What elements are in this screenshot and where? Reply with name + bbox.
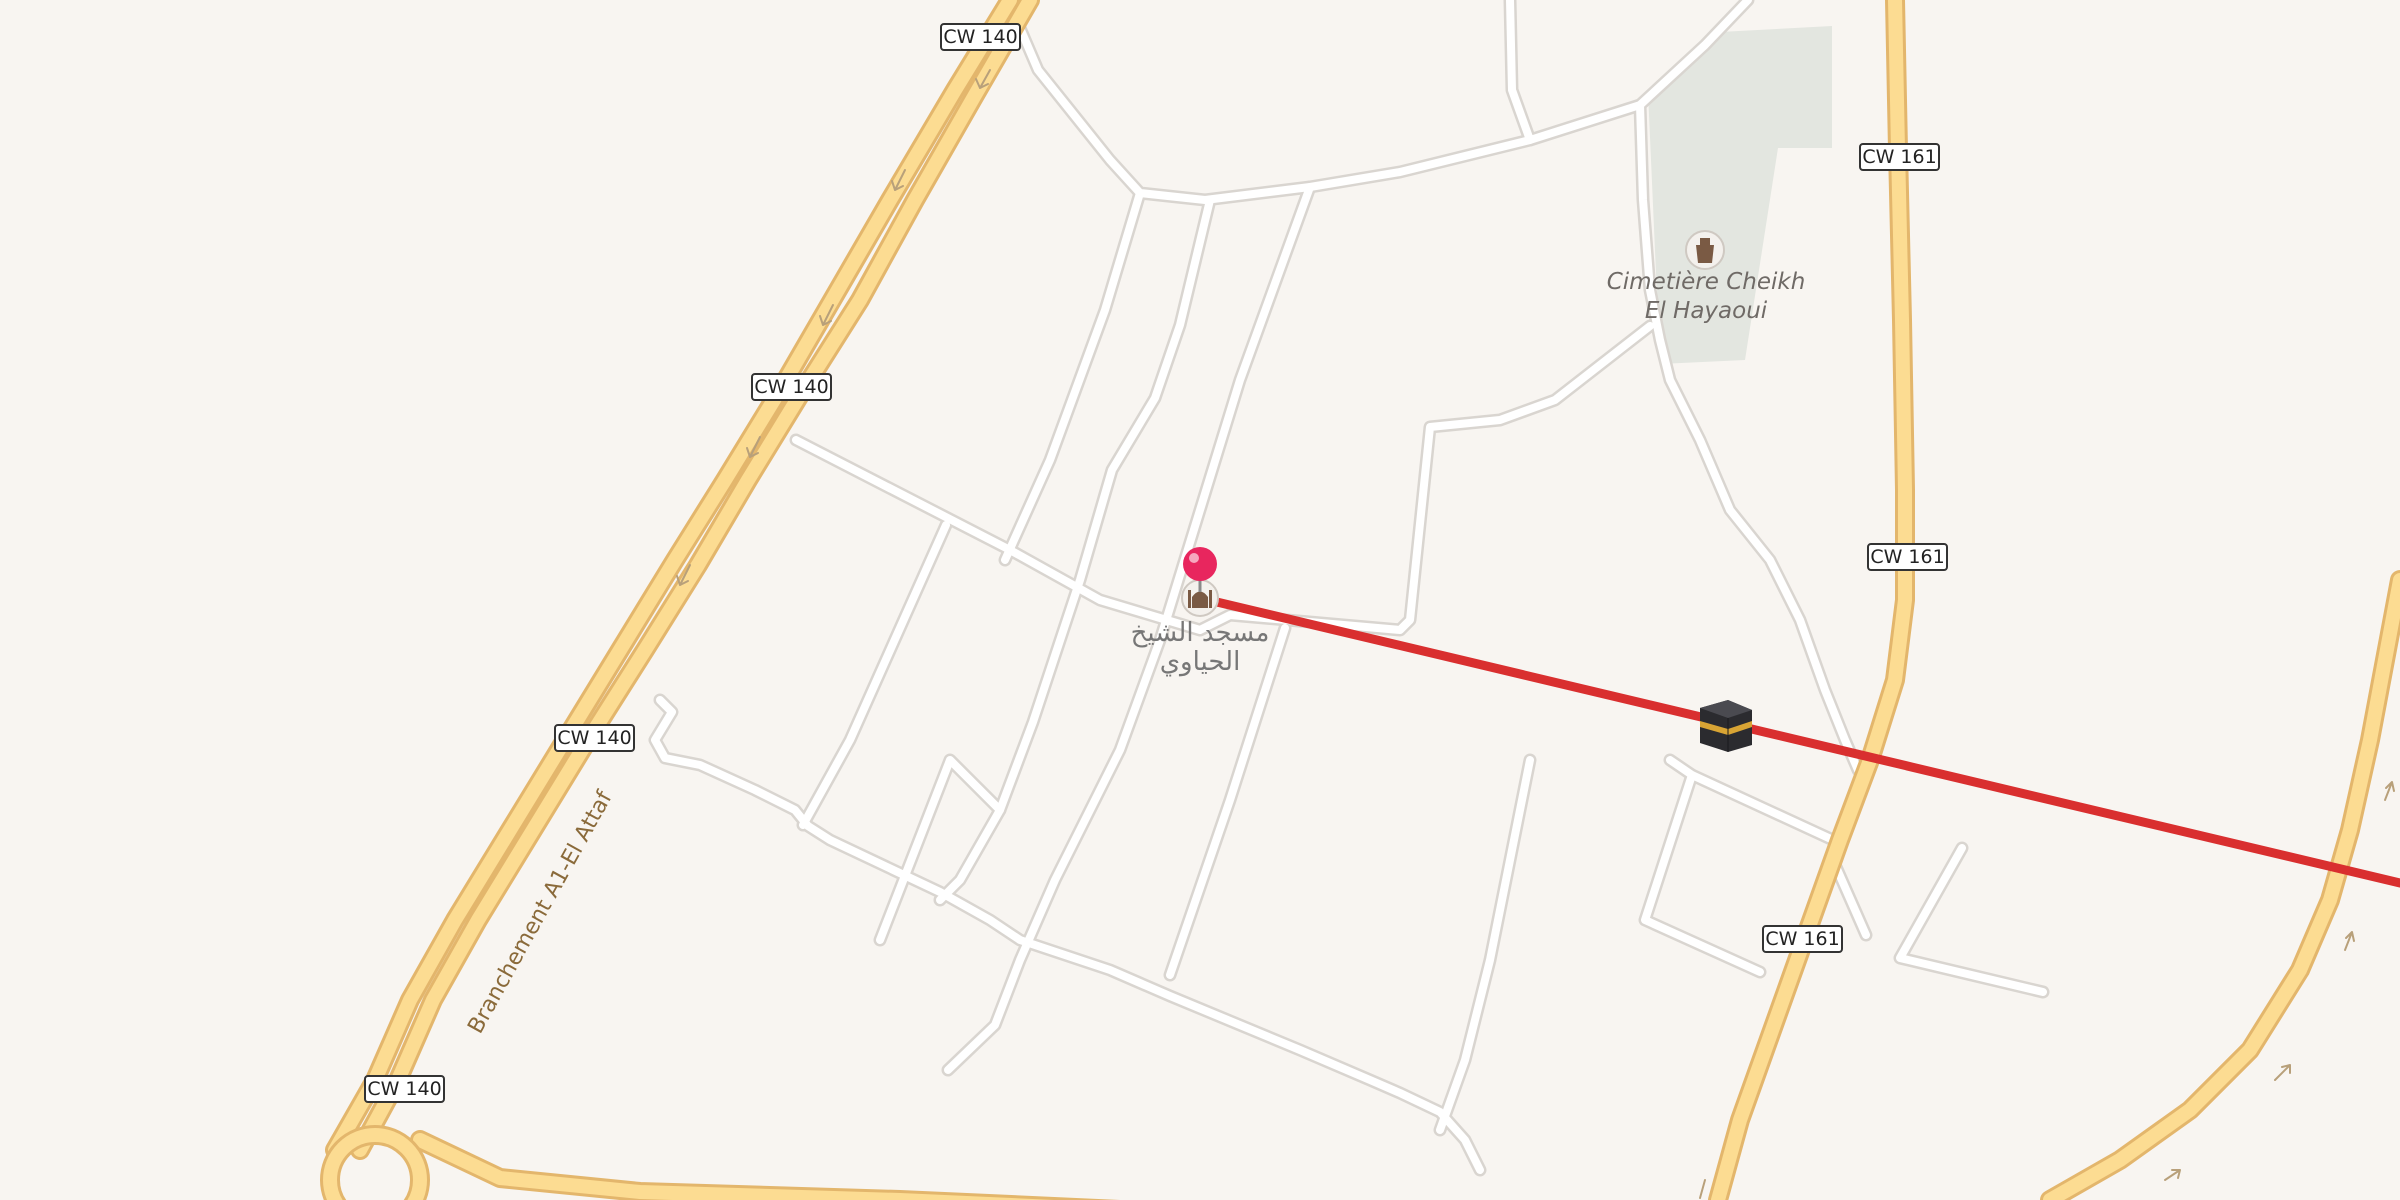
cemetery-icon — [1685, 230, 1725, 270]
road-shield-label: CW 161 — [1870, 546, 1944, 568]
road-shield: CW 140 — [554, 724, 635, 752]
map-canvas[interactable]: Branchement A1-El Attaf Cimetière Cheikh… — [0, 0, 2400, 1200]
road-shield-label: CW 161 — [1862, 146, 1936, 168]
road-shield-label: CW 140 — [754, 376, 828, 398]
kaaba-icon[interactable] — [1700, 700, 1752, 752]
road-shield: CW 161 — [1859, 143, 1940, 171]
road-shield-label: CW 140 — [943, 26, 1017, 48]
road-shield: CW 140 — [940, 23, 1021, 51]
cemetery-label-line2: El Hayaoui — [1645, 298, 1768, 324]
road-shield-label: CW 140 — [367, 1078, 441, 1100]
road-shield: CW 161 — [1762, 925, 1843, 953]
cemetery-label-line1: Cimetière Cheikh — [1607, 269, 1806, 295]
road-shield: CW 140 — [751, 373, 832, 401]
mosque-label-line2: الحياوي — [1160, 647, 1241, 677]
mosque-label-line1: مسجد الشيخ — [1131, 618, 1270, 648]
road-shield-label: CW 140 — [557, 727, 631, 749]
road-shield-label: CW 161 — [1765, 928, 1839, 950]
road-shield: CW 161 — [1867, 543, 1948, 571]
road-shield: CW 140 — [364, 1075, 445, 1103]
